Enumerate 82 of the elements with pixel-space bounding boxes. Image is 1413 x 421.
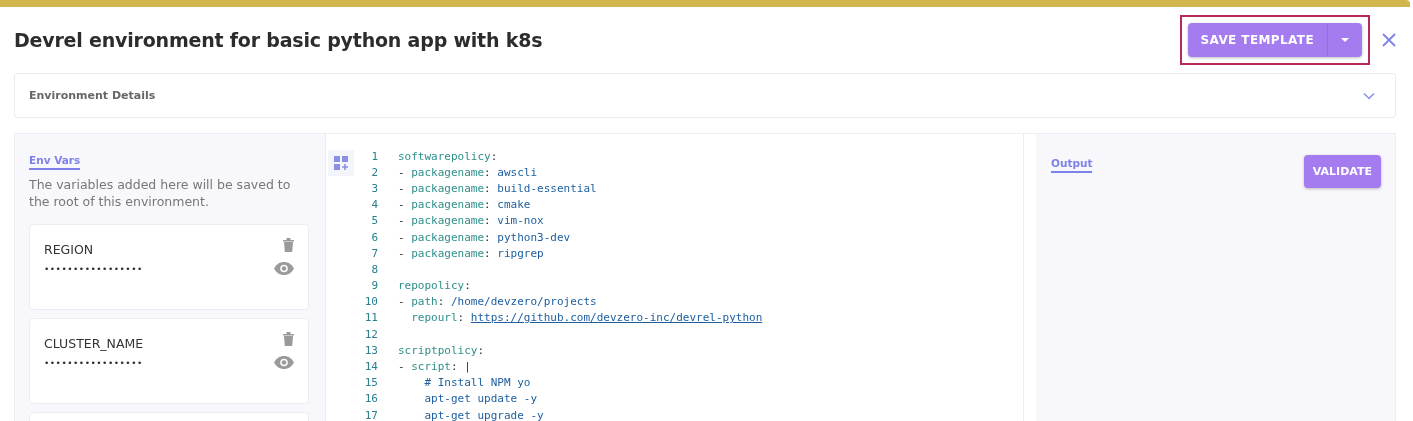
close-icon [1382,33,1396,47]
code-value: ripgrep [497,246,544,260]
add-widget-icon[interactable] [328,150,354,176]
code-key: packagename [411,181,485,195]
code-punct: - [398,230,406,244]
line-number: 2 [370,165,378,179]
code-punct: - [398,214,406,228]
chevron-icon [1363,91,1375,100]
code-punct: : [477,343,485,357]
code-punct: : [484,230,492,244]
line-number: 16 [363,392,378,406]
code-punct: : [484,214,492,228]
code-key: packagename [411,230,485,244]
code-punct: - [398,360,406,374]
code-punct: - [398,295,406,309]
eye-icon[interactable] [274,262,294,275]
code-value: /home/devzero/projects [451,295,597,309]
trash-icon[interactable] [283,238,294,252]
trash-icon[interactable] [283,332,294,346]
validate-button[interactable]: VALIDATE [1303,155,1381,188]
line-number: 15 [363,376,378,390]
code-punct: : [437,295,446,309]
line-number: 9 [370,279,378,293]
code-punct: - [398,165,406,179]
code-punct: - [398,198,406,212]
code-value: build-essential [497,181,597,195]
code-key: path [411,295,438,309]
code-key: softwarepolicy [398,149,491,163]
output-tab[interactable]: Output [1051,157,1093,173]
code-value: apt-get upgrade -y [423,408,544,421]
line-number: 14 [363,360,378,374]
details-panel[interactable]: Environment Details [14,73,1396,118]
caret-icon [1340,37,1350,43]
code-punct: : [457,311,466,325]
line-number: 8 [370,262,378,276]
code-key: script [411,360,451,374]
code-punct: : [484,246,492,260]
code-key: packagename [411,246,485,260]
code-key: repourl [398,311,458,325]
code-punct: : [464,279,471,293]
close-button[interactable] [1382,33,1396,47]
dialog-title: Devrel environment for basic python app with k8s [14,29,543,51]
line-number: 6 [370,230,378,244]
code-link[interactable]: https://github.com/devzero-inc/devrel-python [470,311,763,325]
code-key: packagename [411,198,485,212]
eye-icon[interactable] [274,356,294,369]
line-number: 1 [370,149,378,163]
code-key: scriptpolicy [398,343,478,357]
masked-value: ••••••••••••••••• [44,264,143,274]
line-number: 17 [363,408,378,421]
code-key: repopolicy [398,279,465,293]
code-punct: - [398,181,406,195]
code-punct: : [490,149,498,163]
code-key: packagename [411,214,485,228]
line-number: 4 [370,198,378,212]
env-vars-description: The variables added here will be saved to the root of this environment. [29,176,292,210]
details-label: Environment Details [29,89,156,102]
line-number: 11 [363,311,378,325]
variable-name: REGION [44,242,95,257]
code-value: awscli [497,165,538,179]
save-template-button[interactable]: SAVE TEMPLATE [1187,23,1328,57]
code-value: vim-nox [497,214,544,228]
code-value: # Install NPM yo [423,376,531,390]
line-number: 5 [370,214,378,228]
line-number: 7 [370,246,378,260]
code-key: packagename [411,165,485,179]
code-value: python3-dev [497,230,571,244]
masked-value: ••••••••••••••••• [44,358,144,368]
code-punct: : | [451,360,471,374]
code-punct: : [484,165,492,179]
code-punct: : [484,181,492,195]
line-number: 10 [363,295,378,309]
line-number: 12 [363,327,378,341]
line-number: 13 [363,343,378,357]
code-punct: : [484,198,492,212]
code-value: apt-get update -y [423,392,538,406]
code-punct: - [398,246,406,260]
line-number: 3 [370,181,378,195]
env-vars-tab[interactable]: Env Vars [29,154,81,170]
variable-name: CLUSTER_NAME [44,336,144,351]
code-value: cmake [497,198,531,212]
save-template-split-button[interactable]: SAVE TEMPLATE [1187,23,1362,57]
